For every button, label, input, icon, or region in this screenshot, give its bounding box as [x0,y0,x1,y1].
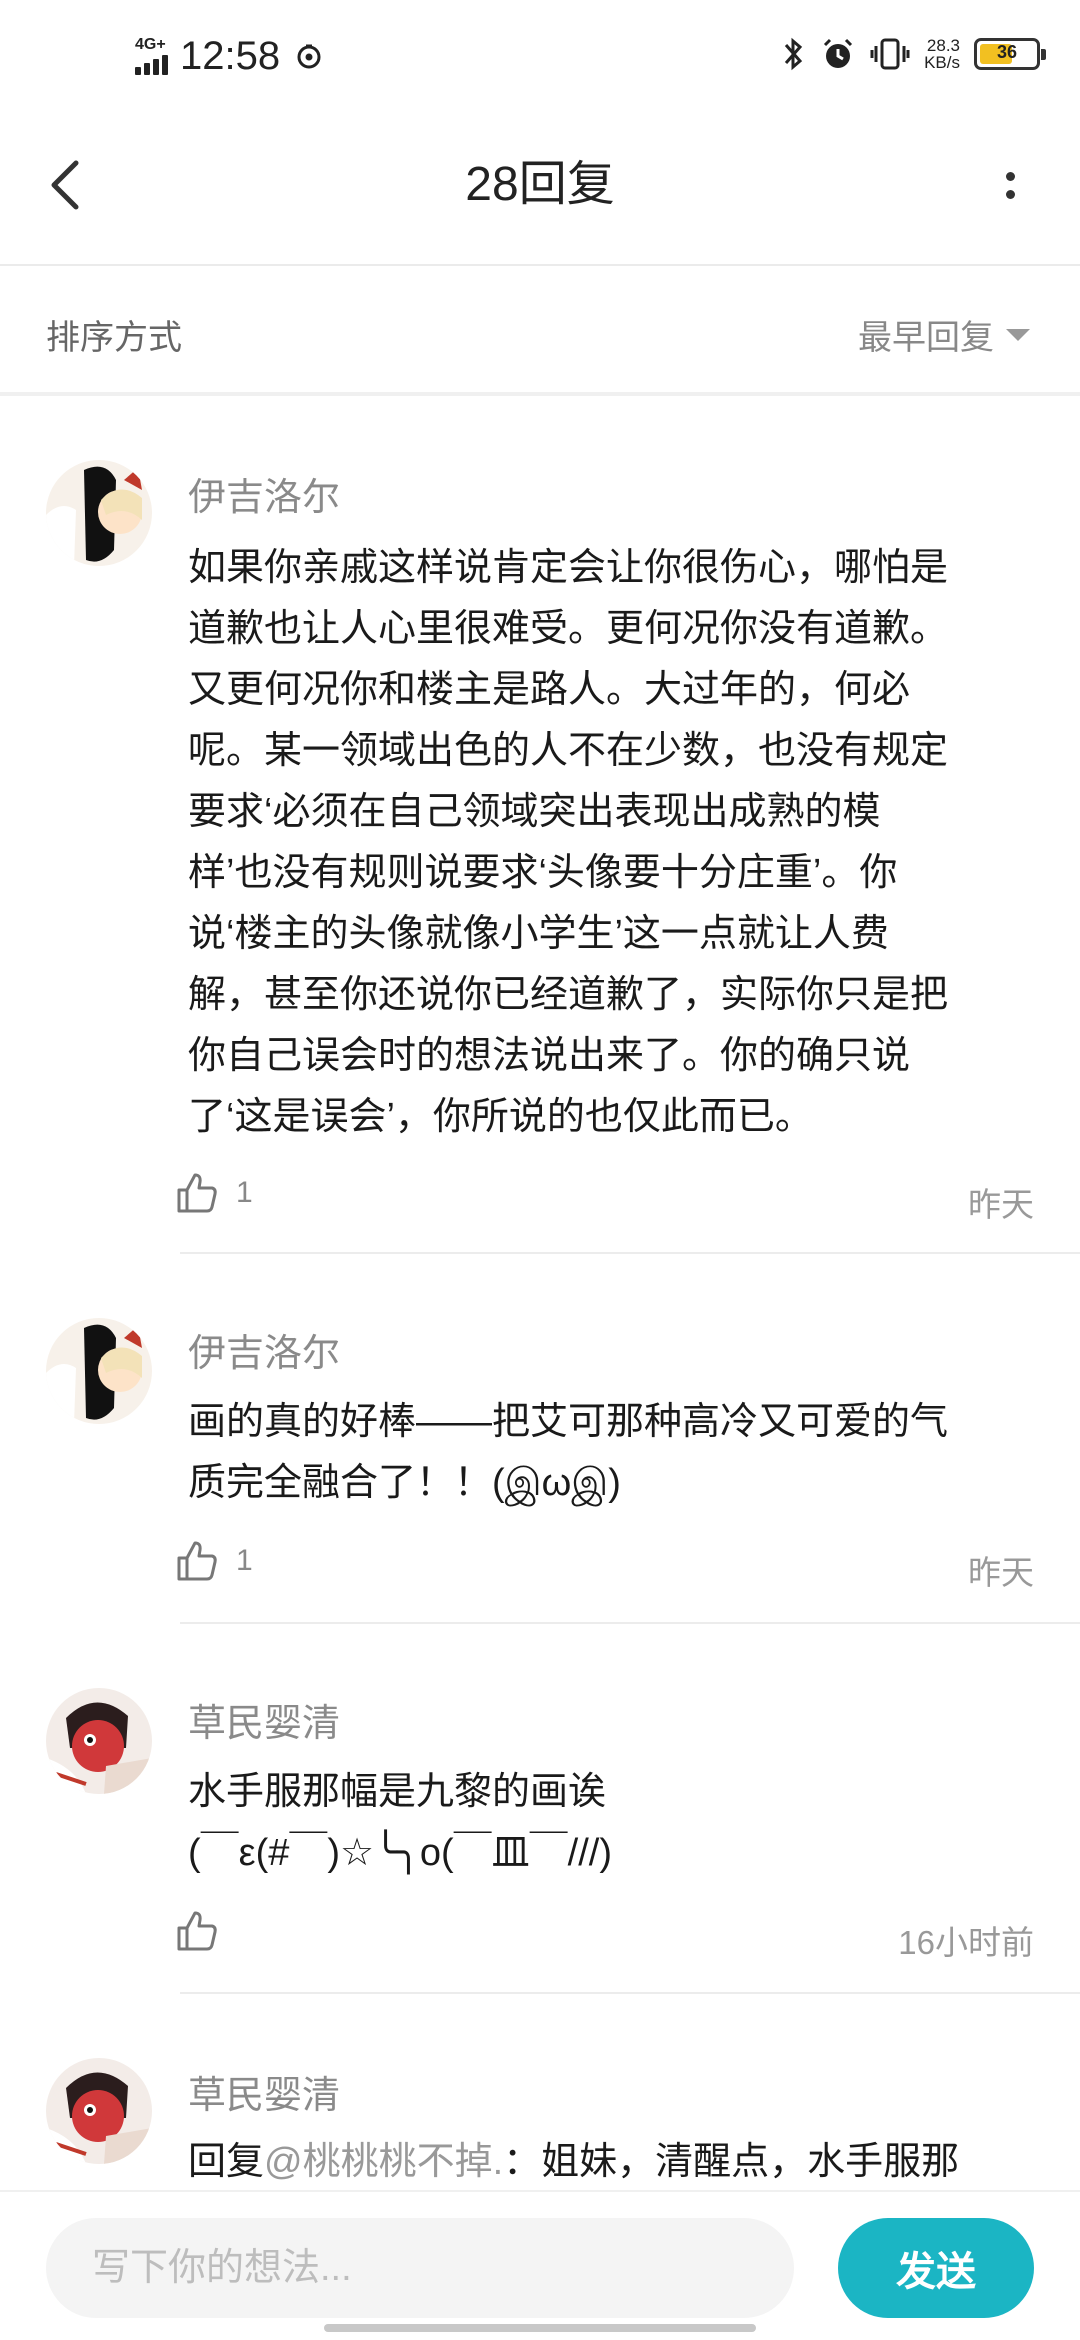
comment-line: 道歉也让人心里很难受。更何况你没有道歉。 [188,608,949,650]
like-button[interactable]: 1 [176,1540,253,1582]
reply-prefix: 回复 [188,2141,265,2183]
status-right: 28.3 KB/s 36 [780,36,1046,72]
comment-line: 质完全融合了！！(இωஇ) [188,1462,621,1504]
sort-label: 排序方式 [46,319,182,357]
thumbs-up-icon [177,1173,217,1213]
divider [180,1622,1080,1624]
speed-value: 28.3 [926,36,960,55]
comment-text: 如果你亲戚这样说肯定会让你很伤心，哪怕是 道歉也让人心里很难受。更何况你没有道歉… [188,538,1038,1148]
send-button[interactable]: 发送 [838,2218,1034,2318]
comment-input[interactable] [46,2218,794,2318]
avatar-image [46,460,152,566]
comment-line: 说‘楼主的头像就像小学生’这一点就让人费 [188,913,889,955]
signal-icon: 4G+ [135,37,168,75]
more-dot-icon [1005,189,1015,199]
comment-author[interactable]: 草民婴清 [188,1692,340,1747]
battery-level: 36 [996,42,1018,62]
comment-author[interactable]: 草民婴清 [188,2064,340,2119]
divider [180,1252,1080,1254]
bluetooth-icon [784,37,803,71]
comment-item: 伊吉洛尔 画的真的好棒——把艾可那种高冷又可爱的气 质完全融合了！！(இωஇ) … [0,1300,1080,1630]
sort-selected-value: 最早回复 [858,319,994,357]
mention-link[interactable]: @桃桃桃不掉. [264,2141,503,2183]
comment-author[interactable]: 伊吉洛尔 [188,1322,340,1377]
top-app-bar: 28回复 [0,110,1080,266]
comment-text: 水手服那幅是九黎的画诶 (￣ε(#￣)☆╰╮o(￣皿￣///) [188,1762,1038,1884]
like-button[interactable]: 1 [176,1172,253,1214]
comment-item: 伊吉洛尔 如果你亲戚这样说肯定会让你很伤心，哪怕是 道歉也让人心里很难受。更何况… [0,440,1080,1260]
comment-line: 样’也没有规则说要求‘头像要十分庄重’。你 [188,852,898,894]
comment-time: 16小时前 [898,1924,1034,1961]
app-notification-icon [297,44,321,69]
more-options-button[interactable] [980,150,1040,220]
network-type: 4G+ [135,36,166,53]
comment-line: (￣ε(#￣)☆╰╮o(￣皿￣///) [188,1832,612,1874]
network-speed: 28.3 KB/s [924,37,960,71]
like-count: 1 [236,1544,253,1577]
more-dot-icon [1005,171,1015,181]
comment-input-bar: 发送 [0,2190,1080,2340]
comment-line: 又更何况你和楼主是路人。大过年的，何必 [188,669,911,711]
avatar[interactable] [46,2058,152,2164]
avatar[interactable] [46,460,152,566]
divider [180,1992,1080,1994]
comment-line: 如果你亲戚这样说肯定会让你很伤心，哪怕是 [188,547,949,589]
clock: 12:58 [180,34,281,78]
avatar-image [46,2058,152,2164]
vibrate-icon [870,38,910,70]
sort-dropdown[interactable]: 最早回复 [858,310,1030,359]
avatar[interactable] [46,1318,152,1424]
caret-down-icon [1006,328,1030,341]
reply-text: ：姐妹，清醒点，水手服那 [503,2141,960,2183]
status-bar: 4G+ 12:58 28.3 KB/s 36 [0,0,1080,110]
sort-bar: 排序方式 最早回复 [0,266,1080,396]
page-title: 28回复 [465,158,615,211]
status-left: 4G+ 12:58 [135,32,324,80]
comment-author[interactable]: 伊吉洛尔 [188,466,340,521]
comment-time: 昨天 [968,1186,1034,1223]
thumbs-up-icon [177,1541,217,1581]
comment-item: 草民婴清 水手服那幅是九黎的画诶 (￣ε(#￣)☆╰╮o(￣皿￣///) 16小… [0,1670,1080,2000]
thumbs-up-icon [177,1911,217,1951]
comment-line: 解，甚至你还说你已经道歉了，实际你只是把 [188,974,949,1016]
avatar-image [46,1688,152,1794]
comment-item: 草民婴清 回复@桃桃桃不掉.：姐妹，清醒点，水手服那 [0,2040,1080,2190]
avatar[interactable] [46,1688,152,1794]
comment-line: 水手服那幅是九黎的画诶 [188,1771,607,1813]
battery-icon: 36 [974,38,1046,70]
comment-line: 了‘这是误会’，你所说的也仅此而已。 [188,1096,813,1138]
comment-line: 你自己误会时的想法说出来了。你的确只说 [188,1035,911,1077]
alarm-icon [824,38,853,68]
speed-unit: KB/s [924,53,960,72]
comment-line: 呢。某一领域出色的人不在少数，也没有规定 [188,730,949,772]
avatar-image [46,1318,152,1424]
comment-time: 昨天 [968,1554,1034,1591]
comment-line: 要求‘必须在自己领域突出表现出成熟的模 [188,791,881,833]
like-count: 1 [236,1176,253,1209]
comment-line: 画的真的好棒——把艾可那种高冷又可爱的气 [188,1401,949,1443]
comment-text: 回复@桃桃桃不掉.：姐妹，清醒点，水手服那 [188,2132,1038,2190]
home-indicator[interactable] [324,2324,756,2332]
like-button[interactable] [176,1910,236,1952]
comment-text: 画的真的好棒——把艾可那种高冷又可爱的气 质完全融合了！！(இωஇ) [188,1392,1038,1514]
